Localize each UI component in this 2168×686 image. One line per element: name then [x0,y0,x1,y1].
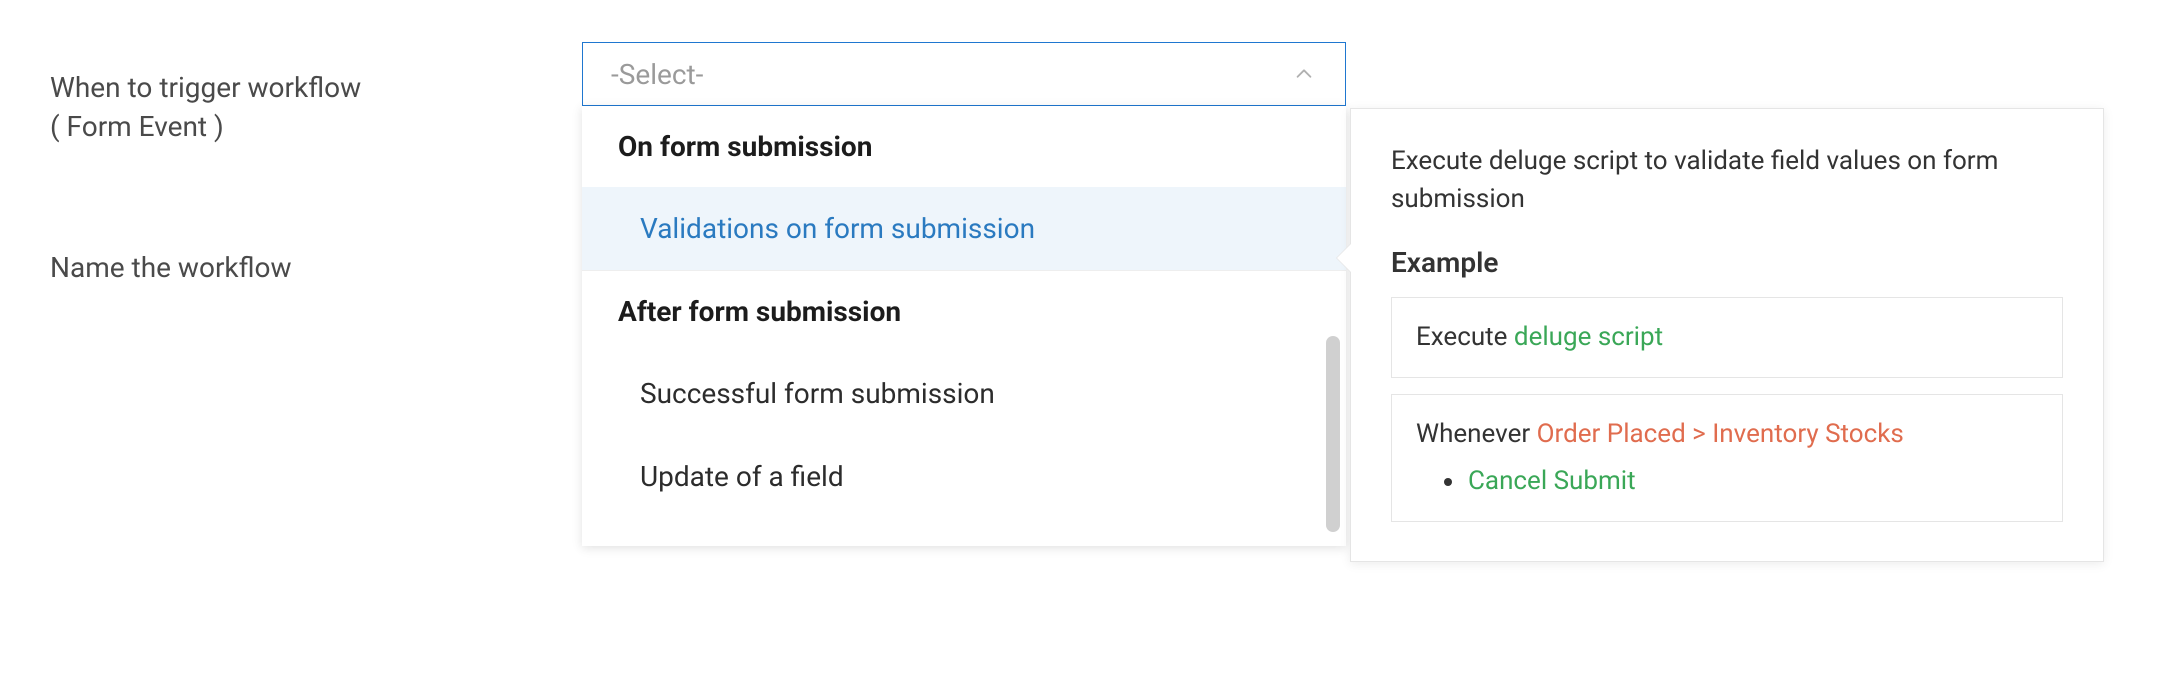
tooltip-arrow-icon [1337,244,1351,272]
example-box-condition: Whenever Order Placed > Inventory Stocks… [1391,394,2063,522]
trigger-label-line1: When to trigger workflow [50,68,361,107]
dropdown-scrollbar[interactable] [1326,336,1340,532]
form-event-dropdown: On form submission Validations on form s… [582,106,1346,546]
example2-bullet-row: Cancel Submit [1416,462,2038,501]
option-validations-on-form-submission[interactable]: Validations on form submission [582,187,1346,270]
example1-prefix: Execute [1416,322,1514,352]
option-successful-form-submission[interactable]: Successful form submission [582,352,1346,435]
chevron-up-icon [1291,61,1317,87]
help-panel: Execute deluge script to validate field … [1350,108,2104,562]
dropdown-group-on-form-submission: On form submission [582,106,1346,187]
example2-accent: Order Placed > Inventory Stocks [1537,419,1904,449]
name-workflow-label: Name the workflow [50,248,292,287]
help-example-label: Example [1391,246,2063,279]
help-description: Execute deluge script to validate field … [1391,143,2063,218]
bullet-icon [1444,478,1452,486]
trigger-label-block: When to trigger workflow ( Form Event ) [50,68,361,146]
name-workflow-label-block: Name the workflow [50,248,292,287]
option-update-of-a-field[interactable]: Update of a field [582,435,1346,518]
dropdown-group-after-form-submission: After form submission [582,270,1346,352]
select-placeholder: -Select- [611,58,703,91]
example-box-execute: Execute deluge script [1391,297,2063,378]
example1-accent: deluge script [1514,322,1663,352]
example2-bullet-text: Cancel Submit [1468,462,1636,501]
example2-prefix: Whenever [1416,419,1537,449]
trigger-label-line2: ( Form Event ) [50,107,361,146]
form-event-select[interactable]: -Select- [582,42,1346,106]
